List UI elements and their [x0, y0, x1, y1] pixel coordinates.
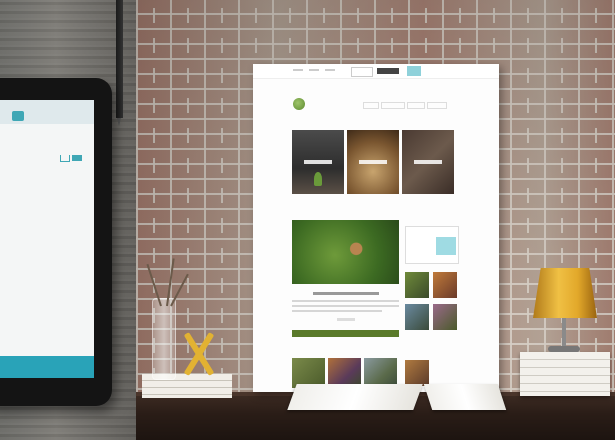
featured-post-title — [313, 292, 379, 295]
lamp-shade — [533, 268, 597, 318]
tablet-screen — [0, 100, 94, 378]
site-nav-item — [407, 102, 425, 109]
category-tile — [402, 130, 454, 194]
stacked-books-right — [520, 352, 610, 396]
tile-label-bar — [414, 160, 442, 164]
menu-button-icon — [12, 111, 24, 121]
sidebar-photo — [405, 272, 429, 298]
post-text-line — [292, 305, 399, 307]
read-more-link — [337, 318, 355, 321]
tablet-header — [0, 100, 94, 124]
topbar-teal-badge — [407, 66, 421, 76]
post-text-line — [292, 300, 399, 302]
open-magazine — [423, 384, 507, 410]
topbar-link — [325, 69, 335, 71]
mockup-scene — [0, 0, 615, 440]
tablet-cart-button — [72, 155, 82, 161]
site-nav-item — [427, 102, 447, 109]
read-more-button — [292, 330, 399, 337]
site-topbar — [253, 64, 499, 79]
topbar-link — [309, 69, 319, 71]
topbar-signature — [351, 67, 373, 77]
tile-label-bar — [304, 160, 332, 164]
category-tile — [292, 130, 344, 194]
lamp-base — [548, 346, 580, 352]
tile-label-bar — [359, 160, 387, 164]
open-magazine — [287, 384, 423, 410]
post-text-line — [292, 310, 382, 312]
topbar-link — [293, 69, 303, 71]
glass-vase — [152, 298, 176, 380]
sidebar-photo — [405, 360, 429, 386]
site-nav-item — [363, 102, 379, 109]
tablet-device — [0, 78, 112, 406]
sidebar-photo — [405, 304, 429, 330]
featured-post-image — [292, 220, 399, 284]
site-nav-item — [381, 102, 405, 109]
sidebar-author-box — [405, 226, 459, 264]
pencil — [116, 0, 123, 126]
cart-icon — [60, 155, 70, 162]
sidebar-photo — [433, 304, 457, 330]
seedling — [314, 172, 322, 186]
author-photo — [436, 237, 456, 255]
website-canvas-print — [253, 64, 499, 392]
tablet-footer — [0, 356, 94, 378]
lamp-stem — [562, 318, 566, 348]
topbar-dark-button — [377, 68, 399, 74]
category-tile — [347, 130, 399, 194]
logo-icon — [293, 98, 305, 110]
sidebar-photo — [433, 272, 457, 298]
